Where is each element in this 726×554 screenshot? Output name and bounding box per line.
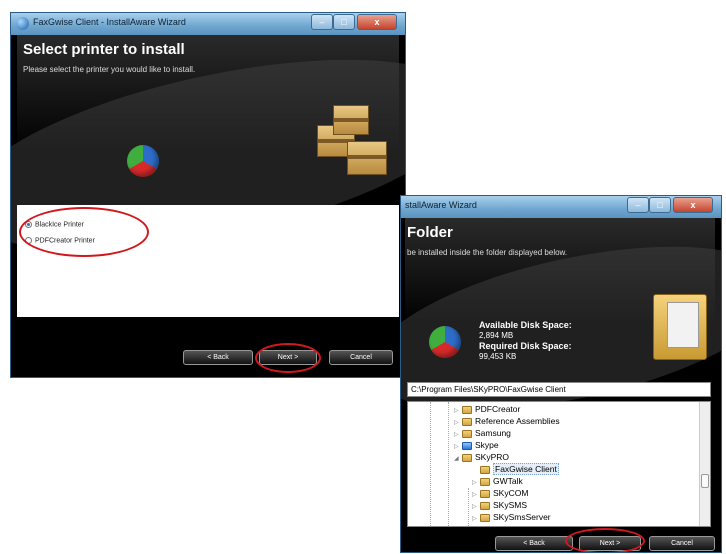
minimize-button[interactable]: – xyxy=(627,197,649,213)
maximize-button[interactable]: □ xyxy=(333,14,355,30)
tree-item-label: Samsung xyxy=(475,428,511,438)
folder-icon xyxy=(462,453,472,462)
page-subtitle: be installed inside the folder displayed… xyxy=(407,248,568,257)
tree-item-label: SKySMS xyxy=(493,500,528,510)
tree-item-label: SKySmsServer xyxy=(493,512,551,522)
wizard-header: Select printer to install Please select … xyxy=(11,22,405,288)
tree-scrollbar[interactable] xyxy=(699,402,710,526)
folder-wizard-window: stallAware Wizard – □ x Folder be instal… xyxy=(400,195,722,553)
printer-options-panel: BlackIce Printer PDFCreator Printer xyxy=(17,205,399,317)
annotation-oval xyxy=(19,207,149,257)
tree-expander-icon[interactable]: ▷ xyxy=(472,514,480,525)
folder-icon xyxy=(462,405,472,414)
tree-item[interactable]: ▷ SKySmsServer xyxy=(472,512,551,525)
install-path-input[interactable]: C:\Program Files\SKyPRO\FaxGwise Client xyxy=(407,382,711,397)
wizard-header: Folder be installed inside the folder di… xyxy=(401,215,721,441)
available-disk-label: Available Disk Space: xyxy=(479,320,572,330)
folder-icon xyxy=(480,465,490,474)
installaware-logo-icon xyxy=(429,326,461,358)
window-title: stallAware Wizard xyxy=(405,200,477,210)
back-button[interactable]: < Back xyxy=(183,350,253,365)
tree-item[interactable]: FaxGwise Client xyxy=(472,463,559,475)
folder-icon xyxy=(480,489,490,498)
page-subtitle: Please select the printer you would like… xyxy=(23,65,196,74)
tree-item-label: GWTalk xyxy=(493,476,523,486)
folder-icon xyxy=(480,501,490,510)
tree-expander-icon[interactable]: ◢ xyxy=(454,454,462,465)
tree-item-label: Reference Assemblies xyxy=(475,416,560,426)
close-button[interactable]: x xyxy=(673,197,713,213)
tree-item-label: PDFCreator xyxy=(475,404,521,414)
title-bar[interactable]: stallAware Wizard – □ x xyxy=(401,196,721,218)
scrollbar-thumb[interactable] xyxy=(701,474,709,488)
minimize-button[interactable]: – xyxy=(311,14,333,30)
required-disk-label: Required Disk Space: xyxy=(479,341,572,351)
folder-icon xyxy=(480,477,490,486)
disk-space-info: Available Disk Space: 2,894 MB Required … xyxy=(479,320,572,362)
annotation-oval xyxy=(565,528,645,552)
close-button[interactable]: x xyxy=(357,14,397,30)
folder-icon xyxy=(462,417,472,426)
title-bar[interactable]: FaxGwise Client - InstallAware Wizard – … xyxy=(11,13,405,35)
folder-icon xyxy=(480,513,490,522)
tree-item-label: SKyCOM xyxy=(493,488,529,498)
annotation-oval xyxy=(255,343,321,373)
page-title: Folder xyxy=(407,224,453,241)
cancel-button[interactable]: Cancel xyxy=(329,350,393,365)
tree-item-label: FaxGwise Client xyxy=(493,463,559,475)
skype-folder-icon xyxy=(462,441,472,450)
app-icon xyxy=(16,17,29,30)
installaware-logo-icon xyxy=(127,145,159,177)
printer-wizard-window: FaxGwise Client - InstallAware Wizard – … xyxy=(10,12,406,378)
box-icon xyxy=(333,105,369,135)
back-button[interactable]: < Back xyxy=(495,536,573,551)
page-title: Select printer to install xyxy=(23,41,185,58)
available-disk-value: 2,894 MB xyxy=(479,331,514,340)
window-title: FaxGwise Client - InstallAware Wizard xyxy=(33,17,186,27)
folder-tree[interactable]: ▷ PDFCreator ▷ Reference Assemblies ▷ Samsung… xyxy=(407,401,711,527)
cancel-button[interactable]: Cancel xyxy=(649,536,715,551)
tree-item-label: SKyPRO xyxy=(475,452,510,462)
maximize-button[interactable]: □ xyxy=(649,197,671,213)
tree-item-label: Skype xyxy=(475,440,499,450)
box-icon xyxy=(347,141,387,175)
required-disk-value: 99,453 KB xyxy=(479,352,517,361)
folder-icon xyxy=(462,429,472,438)
